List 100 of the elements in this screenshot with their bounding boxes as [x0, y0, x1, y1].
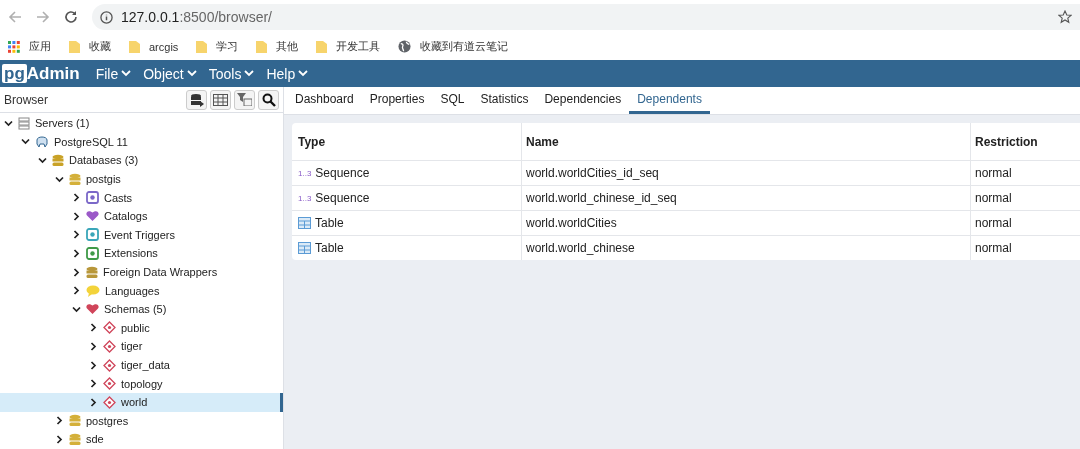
tree-item[interactable]: public	[0, 318, 283, 338]
diamond-icon	[103, 339, 116, 353]
address-bar[interactable]: 127.0.0.1:8500/browser/	[92, 4, 1080, 30]
chevron-icon[interactable]	[89, 397, 98, 407]
diamond-icon	[103, 321, 116, 335]
table-icon	[298, 217, 311, 229]
table-cell: world.worldCities	[526, 216, 617, 230]
tree-item[interactable]: sde	[0, 430, 283, 449]
database-icon	[189, 92, 204, 107]
database-icon	[52, 154, 64, 167]
tree-item[interactable]: Event Triggers	[0, 225, 283, 245]
bookmark[interactable]: 应用	[8, 39, 51, 54]
column-header[interactable]: Name	[522, 123, 971, 160]
tab[interactable]: Properties	[361, 87, 433, 114]
caret-icon	[298, 70, 309, 77]
chevron-icon[interactable]	[72, 267, 81, 277]
chevron-icon[interactable]	[89, 379, 98, 389]
menu-item[interactable]: Tools	[202, 65, 261, 82]
chevron-icon[interactable]	[55, 174, 64, 184]
caret-icon	[186, 70, 197, 77]
tree-item[interactable]: Languages	[0, 281, 283, 300]
panel-title: Browser	[4, 92, 48, 107]
bookmark[interactable]: 收藏到有道云笔记	[398, 39, 509, 54]
tree-item[interactable]: Servers (1)	[0, 114, 283, 133]
column-header[interactable]: Type	[292, 123, 522, 160]
chevron-icon[interactable]	[72, 193, 81, 203]
tree-item[interactable]: world	[0, 392, 283, 412]
tab[interactable]: Dependents	[629, 87, 710, 114]
table-cell: normal	[975, 166, 1012, 180]
tab[interactable]: Dependencies	[536, 87, 630, 114]
chevron-icon[interactable]	[72, 211, 81, 221]
table-icon	[298, 242, 311, 254]
table-cell: world.worldCities_id_seq	[526, 166, 659, 180]
info-icon[interactable]	[100, 10, 113, 24]
bookmark[interactable]: 收藏	[69, 39, 111, 54]
chevron-icon[interactable]	[72, 304, 81, 314]
query-tool-button[interactable]	[186, 89, 207, 110]
speech-bubble-icon	[86, 284, 100, 297]
tree-item[interactable]: tiger_data	[0, 355, 283, 375]
menu-item[interactable]: Help	[260, 65, 315, 82]
menu-item[interactable]: File	[89, 65, 138, 82]
bookmark[interactable]: 开发工具	[316, 39, 381, 54]
search-button[interactable]	[258, 89, 279, 110]
chevron-icon[interactable]	[89, 341, 98, 351]
tree-item[interactable]: PostgreSQL 11	[0, 132, 283, 152]
apps-grid-icon	[8, 40, 20, 53]
star-icon[interactable]	[1058, 10, 1072, 24]
view-data-button[interactable]	[210, 89, 231, 110]
table-cell: normal	[975, 216, 1012, 230]
pgadmin-logo: pgAdmin	[2, 63, 80, 84]
reload-icon[interactable]	[64, 10, 78, 24]
chevron-icon[interactable]	[89, 323, 98, 333]
menu-item[interactable]: Object	[137, 65, 203, 82]
bookmark[interactable]: arcgis	[129, 40, 179, 53]
bookmark[interactable]: 学习	[196, 39, 239, 54]
tab[interactable]: Statistics	[472, 87, 537, 114]
chevron-icon[interactable]	[72, 230, 81, 240]
trigger-icon	[86, 228, 99, 242]
table-cell: Table	[315, 216, 344, 230]
tree-item[interactable]: topology	[0, 374, 283, 393]
table-cell: Table	[315, 241, 344, 255]
folder-icon	[129, 40, 140, 53]
tree-item[interactable]: Databases (3)	[0, 151, 283, 170]
folder-icon	[316, 40, 328, 53]
column-header[interactable]: Restriction	[971, 123, 1080, 160]
tab[interactable]: SQL	[432, 87, 473, 114]
filter-icon	[237, 93, 252, 106]
cast-icon	[86, 191, 99, 205]
diamond-icon	[103, 395, 116, 409]
tree-item[interactable]: Catalogs	[0, 206, 283, 226]
chevron-icon[interactable]	[55, 434, 64, 444]
grid-icon	[213, 93, 228, 106]
plugin-icon	[86, 246, 99, 260]
chevron-icon[interactable]	[21, 137, 30, 147]
tree-item[interactable]: tiger	[0, 337, 283, 356]
table-cell: Sequence	[315, 166, 370, 180]
folder-icon	[196, 40, 208, 53]
tree-item[interactable]: postgis	[0, 169, 283, 189]
tree-item[interactable]: Schemas (5)	[0, 299, 283, 319]
tab[interactable]: Dashboard	[287, 87, 362, 114]
caret-icon	[121, 70, 132, 77]
chevron-icon[interactable]	[38, 156, 47, 165]
folder-icon	[69, 40, 80, 53]
tree-item[interactable]: Foreign Data Wrappers	[0, 262, 283, 282]
table-cell: world.world_chinese	[526, 241, 635, 255]
sequence-icon: 1..3	[298, 193, 312, 203]
chevron-icon[interactable]	[72, 286, 81, 296]
filter-rows-button[interactable]	[234, 89, 255, 110]
tree-item[interactable]: Extensions	[0, 244, 283, 263]
tree-item[interactable]: postgres	[0, 411, 283, 431]
search-icon	[261, 92, 276, 107]
bookmark[interactable]: 其他	[256, 39, 299, 54]
chevron-icon[interactable]	[89, 360, 98, 370]
database-icon	[86, 265, 98, 279]
chevron-icon[interactable]	[72, 248, 81, 258]
chevron-icon[interactable]	[4, 118, 13, 128]
database-icon	[69, 432, 81, 446]
heart-icon	[86, 303, 99, 316]
chevron-icon[interactable]	[55, 416, 64, 426]
tree-item[interactable]: Casts	[0, 188, 283, 207]
